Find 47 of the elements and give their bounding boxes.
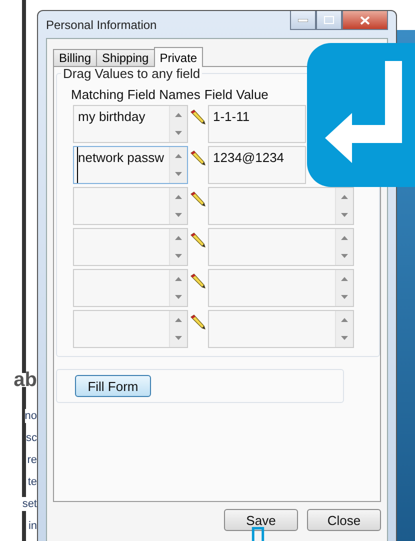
spin-buttons[interactable]	[169, 147, 187, 183]
tab[interactable]: Billing	[53, 49, 98, 67]
pencil-icon[interactable]	[190, 109, 206, 125]
spin-buttons[interactable]	[335, 270, 353, 306]
background-text: ab	[14, 373, 37, 387]
pencil-icon[interactable]	[190, 191, 206, 207]
name-field[interactable]: network passw	[73, 146, 188, 184]
tab[interactable]: Private	[154, 47, 204, 67]
name-field[interactable]	[73, 269, 188, 307]
background-text: set	[22, 497, 37, 511]
spin-buttons[interactable]	[169, 106, 187, 142]
spin-buttons[interactable]	[335, 311, 353, 347]
spin-buttons[interactable]	[335, 229, 353, 265]
spin-buttons[interactable]	[169, 270, 187, 306]
name-field[interactable]: my birthday	[73, 105, 188, 143]
minimize-button[interactable]	[290, 11, 316, 30]
value-field[interactable]: 1234@1234	[208, 146, 306, 184]
window-title: Personal Information	[46, 18, 157, 32]
column-header: Matching Field Names	[71, 87, 200, 102]
close-icon	[360, 16, 370, 24]
pencil-icon[interactable]	[190, 314, 206, 330]
name-field[interactable]	[73, 228, 188, 266]
pencil-icon[interactable]	[190, 150, 206, 166]
maximize-icon	[324, 16, 334, 24]
name-field[interactable]	[73, 310, 188, 348]
spin-buttons[interactable]	[169, 188, 187, 224]
group-title: Drag Values to any field	[61, 66, 202, 81]
spin-buttons[interactable]	[335, 188, 353, 224]
value-field[interactable]: 1-1-11	[208, 105, 306, 143]
dialog-button[interactable]: Save	[224, 509, 298, 531]
pencil-icon[interactable]	[190, 232, 206, 248]
close-button[interactable]	[342, 11, 388, 30]
maximize-button[interactable]	[316, 11, 342, 30]
background-text: no	[24, 409, 37, 423]
spin-buttons[interactable]	[169, 311, 187, 347]
dialog-button[interactable]: Close	[307, 509, 381, 531]
value-field[interactable]	[208, 269, 354, 307]
spin-buttons[interactable]	[169, 229, 187, 265]
fill-form-button[interactable]: Fill Form	[75, 375, 151, 397]
minimize-icon	[298, 18, 308, 22]
column-header: Field Value	[204, 87, 268, 102]
value-field[interactable]	[208, 187, 354, 225]
value-field[interactable]	[208, 310, 354, 348]
tab[interactable]: Shipping	[96, 49, 155, 67]
name-field[interactable]	[73, 187, 188, 225]
value-field[interactable]	[208, 228, 354, 266]
pencil-icon[interactable]	[190, 273, 206, 289]
